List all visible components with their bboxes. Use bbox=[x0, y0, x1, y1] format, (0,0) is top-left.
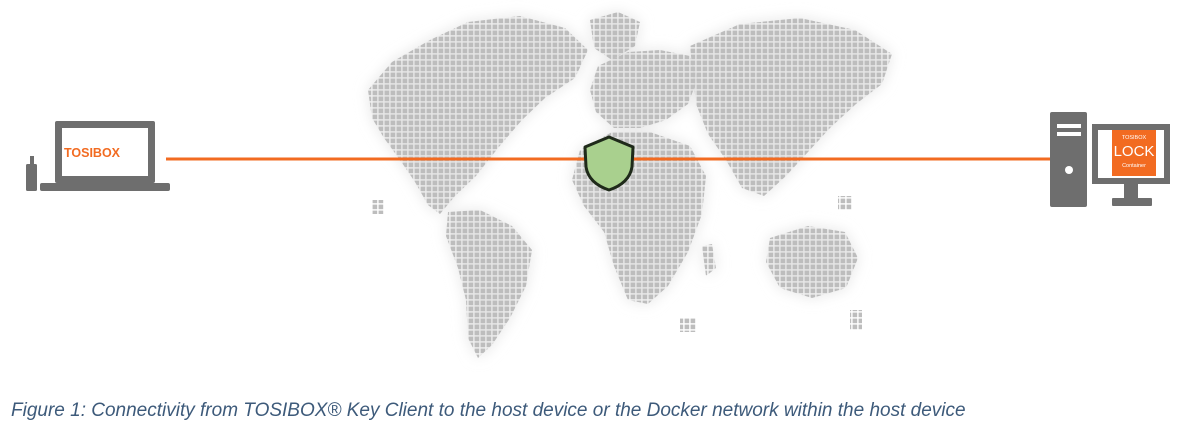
desktop-tower-icon bbox=[1050, 112, 1087, 207]
lock-label-main: LOCK bbox=[1114, 143, 1155, 160]
usb-key-icon bbox=[26, 156, 37, 191]
laptop-screen-label: TOSIBOX bbox=[64, 146, 121, 160]
connectivity-diagram: TOSIBOX TOSIBOX LOCK Container bbox=[26, 12, 1170, 358]
figure-caption: Figure 1: Connectivity from TOSIBOX® Key… bbox=[11, 400, 966, 421]
world-map bbox=[368, 12, 892, 358]
shield-icon bbox=[583, 135, 635, 192]
laptop-icon: TOSIBOX bbox=[40, 121, 170, 191]
lock-label-sub: Container bbox=[1122, 163, 1146, 169]
lock-label-top: TOSIBOX bbox=[1122, 135, 1147, 141]
monitor-icon: TOSIBOX LOCK Container bbox=[1092, 124, 1170, 206]
